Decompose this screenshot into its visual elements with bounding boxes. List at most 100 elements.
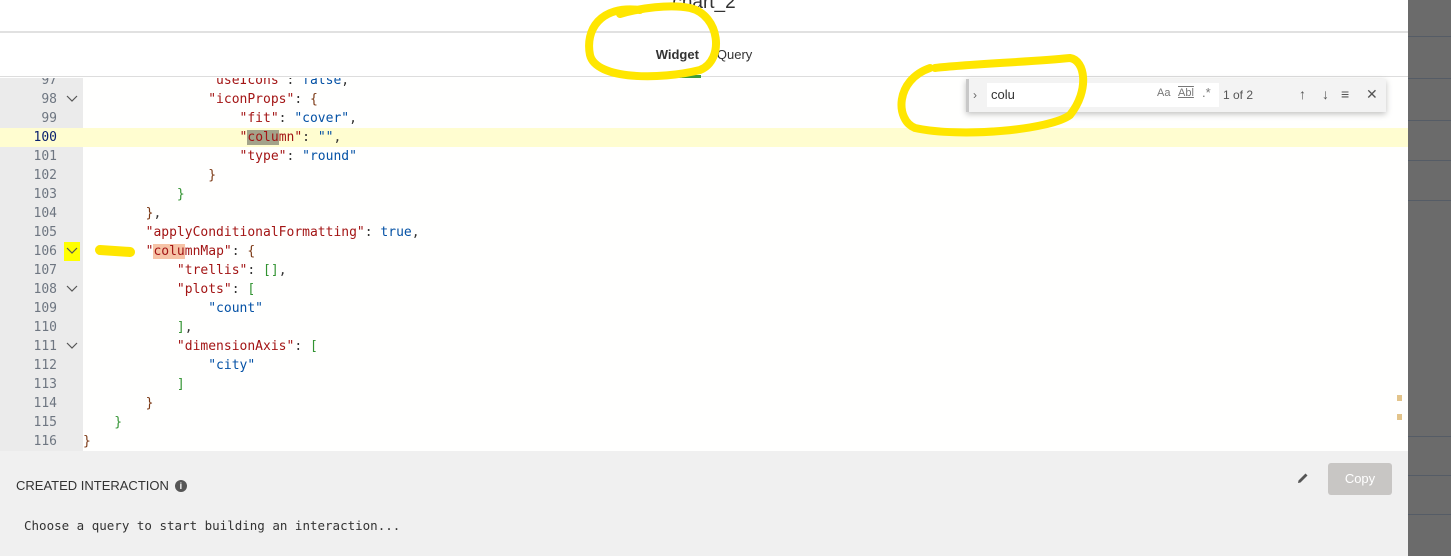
fold-chevron-icon[interactable]: [64, 90, 80, 109]
code-token: :: [286, 149, 303, 164]
code-line[interactable]: 104 },: [0, 204, 1408, 223]
match-count: 1 of 2: [1223, 88, 1254, 102]
code-token: "round": [302, 149, 357, 164]
side-panel-overlay: [1408, 0, 1451, 556]
code-token: "trellis": [83, 263, 248, 278]
scrollbar-match-marker: [1397, 395, 1402, 401]
code-token: "applyConditionalFormatting": [83, 225, 365, 240]
code-token: ,: [341, 78, 350, 88]
code-token: "plots": [83, 282, 232, 297]
scrollbar-match-marker: [1397, 414, 1402, 420]
code-token: mn": [278, 130, 303, 145]
tab-query[interactable]: Query: [715, 41, 754, 68]
code-text: }: [83, 413, 122, 432]
code-line[interactable]: 115 }: [0, 413, 1408, 432]
tab-bar: Widget Query: [0, 33, 1408, 78]
code-token: {: [247, 244, 256, 259]
match-case-toggle[interactable]: Aa: [1157, 87, 1170, 99]
code-token: :: [247, 263, 264, 278]
code-text: }: [83, 394, 154, 413]
arrow-down-icon[interactable]: ↓: [1322, 86, 1329, 102]
code-token: [: [309, 339, 318, 354]
regex-toggle[interactable]: .*: [1202, 85, 1211, 100]
code-line[interactable]: 113 ]: [0, 375, 1408, 394]
pencil-icon[interactable]: [1296, 471, 1310, 485]
code-token: }: [83, 206, 154, 221]
whole-word-toggle[interactable]: Abl: [1178, 87, 1194, 99]
code-token: []: [263, 263, 279, 278]
code-token: }: [83, 187, 185, 202]
interaction-panel: CREATED INTERACTION i Choose a query to s…: [0, 451, 1408, 556]
fold-chevron-icon[interactable]: [64, 337, 80, 356]
code-text: "column": "",: [83, 128, 341, 147]
code-token: "dimensionAxis": [83, 339, 295, 354]
code-line[interactable]: 100 "column": "",: [0, 128, 1408, 147]
code-token: }: [83, 415, 123, 430]
code-token: :: [286, 78, 303, 88]
code-token: "cover": [294, 111, 350, 126]
find-in-selection-icon[interactable]: ≡: [1341, 86, 1349, 102]
info-icon[interactable]: i: [174, 480, 187, 492]
interaction-title: CREATED INTERACTION: [16, 478, 169, 493]
code-text: "dimensionAxis": [: [83, 337, 318, 356]
code-text: "columnMap": {: [83, 242, 255, 261]
code-line[interactable]: 114 }: [0, 394, 1408, 413]
code-token: true: [380, 225, 412, 240]
code-token: :: [294, 92, 310, 107]
interaction-placeholder: Choose a query to start building an inte…: [24, 518, 401, 533]
code-token: "count": [83, 301, 264, 316]
code-line[interactable]: 103 }: [0, 185, 1408, 204]
code-text: ],: [83, 318, 193, 337]
code-line[interactable]: 102 }: [0, 166, 1408, 185]
code-line[interactable]: 106 "columnMap": {: [0, 242, 1408, 261]
code-token: "type": [83, 149, 287, 164]
fold-chevron-icon[interactable]: [64, 242, 80, 261]
code-token: }: [83, 434, 91, 449]
code-token: :: [294, 339, 310, 354]
tab-widget[interactable]: Widget: [653, 41, 702, 78]
code-token: ]: [83, 320, 185, 335]
code-token: ,: [184, 320, 193, 335]
code-token: colu: [247, 130, 279, 145]
find-widget: › colu Aa Abl .* 1 of 2 ↑ ↓ ≡ ✕: [966, 79, 1386, 112]
code-token: {: [309, 92, 318, 107]
code-editor[interactable]: 97 "useIcons": false, 98 "iconProps": {99…: [0, 78, 1408, 451]
code-token: ,: [153, 206, 162, 221]
code-token: [: [247, 282, 256, 297]
window-title: chart_2: [672, 0, 736, 13]
interaction-heading: CREATED INTERACTION i: [16, 478, 187, 493]
code-token: "city": [83, 358, 256, 373]
fold-chevron-icon[interactable]: [64, 280, 80, 299]
code-text: ]: [83, 375, 185, 394]
code-text: "applyConditionalFormatting": true,: [83, 223, 420, 242]
code-token: ,: [349, 111, 357, 126]
code-text: "fit": "cover",: [83, 109, 357, 128]
copy-button[interactable]: Copy: [1328, 463, 1392, 495]
code-line[interactable]: 112 "city": [0, 356, 1408, 375]
code-text: "iconProps": {: [83, 90, 318, 109]
code-line[interactable]: 110 ],: [0, 318, 1408, 337]
code-token: ,: [278, 263, 287, 278]
code-token: "fit": [83, 111, 279, 126]
code-line[interactable]: 107 "trellis": [],: [0, 261, 1408, 280]
code-line[interactable]: 109 "count": [0, 299, 1408, 318]
code-line[interactable]: 105 "applyConditionalFormatting": true,: [0, 223, 1408, 242]
code-line[interactable]: 108 "plots": [: [0, 280, 1408, 299]
code-token: :: [278, 111, 295, 126]
code-token: ": [83, 244, 154, 259]
code-token: "": [317, 130, 334, 145]
arrow-up-icon[interactable]: ↑: [1299, 86, 1306, 102]
close-icon[interactable]: ✕: [1366, 86, 1378, 103]
code-token: "useIcons": [83, 78, 287, 88]
code-text: "city": [83, 356, 255, 375]
code-line[interactable]: 116}: [0, 432, 1408, 451]
chevron-right-icon[interactable]: ›: [973, 88, 977, 102]
code-token: :: [364, 225, 381, 240]
code-text: "useIcons": false,: [83, 78, 349, 90]
code-text: }: [83, 166, 216, 185]
code-line[interactable]: 101 "type": "round": [0, 147, 1408, 166]
code-line[interactable]: 111 "dimensionAxis": [: [0, 337, 1408, 356]
code-token: "iconProps": [83, 92, 295, 107]
code-token: ,: [333, 130, 342, 145]
code-token: }: [83, 168, 217, 183]
